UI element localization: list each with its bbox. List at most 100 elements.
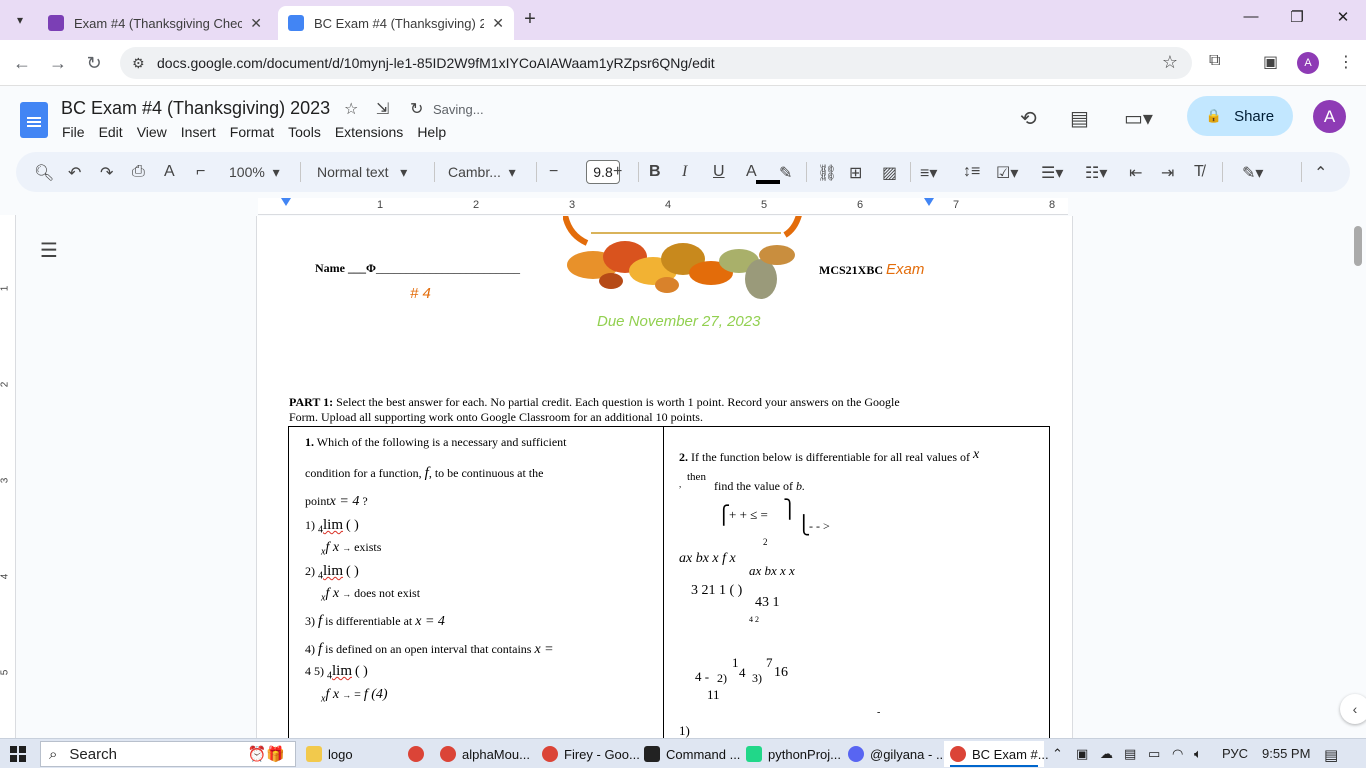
minimize-window-button[interactable]: — [1236,8,1266,32]
comments-icon[interactable]: ▤ [1070,106,1089,131]
menu-format[interactable]: Format [230,124,274,140]
bulleted-list-icon[interactable]: ☰▾ [1041,163,1063,183]
document-outline-icon[interactable]: ☰ [40,238,58,263]
redo-icon[interactable]: ↷ [100,163,113,183]
browser-profile-avatar[interactable]: A [1297,52,1319,74]
clock-time[interactable]: 9:55 PM [1262,746,1310,761]
align-icon[interactable]: ≡▾ [920,163,937,183]
forward-icon[interactable]: → [46,51,70,75]
search-menus-icon[interactable]: 🔍︎ [34,163,54,183]
star-icon[interactable]: ☆ [344,99,358,119]
weather-icon[interactable]: ☁ [1100,746,1113,762]
menu-help[interactable]: Help [417,124,446,140]
taskbar-item-bc-exam[interactable]: BC Exam #... [944,741,1049,767]
paint-format-icon[interactable]: ⌐ [196,163,205,181]
account-avatar[interactable]: A [1313,100,1346,133]
tray-display-icon[interactable]: ▤ [1124,746,1136,762]
ruler-number: 3 [569,199,576,211]
menu-insert[interactable]: Insert [181,124,216,140]
reload-icon[interactable]: ↻ [82,51,106,75]
vertical-scrollbar-thumb[interactable] [1354,226,1362,266]
increase-indent-icon[interactable]: ⇥ [1161,163,1174,183]
close-tab-icon[interactable]: ✕ [250,15,262,32]
left-indent-marker[interactable] [281,198,291,206]
browser-tab-exam-checkpoint[interactable]: Exam #4 (Thanksgiving Checkp ✕ [38,6,272,40]
document-title[interactable]: BC Exam #4 (Thanksgiving) 2023 [61,98,330,119]
print-icon[interactable]: ⎙ [132,163,145,181]
bookmark-star-icon[interactable]: ☆ [1162,52,1178,73]
back-icon[interactable]: ← [10,51,34,75]
menu-extensions[interactable]: Extensions [335,124,403,140]
taskbar-item-pythonproj[interactable]: pythonProj... [740,741,841,767]
restore-window-button[interactable]: ❐ [1282,8,1312,32]
insert-link-icon[interactable]: ⛓ [817,163,837,183]
volume-icon[interactable]: 🔈︎ [1194,746,1202,762]
menu-edit[interactable]: Edit [99,124,123,140]
taskbar-item-firey[interactable]: Firey - Goo... [536,741,640,767]
hide-menus-icon[interactable]: ⌃ [1314,163,1327,183]
clear-formatting-icon[interactable]: T̸ [1194,163,1204,181]
menu-tools[interactable]: Tools [288,124,321,140]
taskbar-item-command[interactable]: Command ... [638,741,740,767]
highlight-color-icon[interactable]: ✎ [779,163,792,183]
site-info-icon[interactable]: ⚙ [132,55,145,72]
tray-overflow-icon[interactable]: ⌃ [1052,746,1063,762]
taskbar-item-alphamou[interactable]: alphaMou... [434,741,534,767]
insert-image-icon[interactable]: ▨ [882,163,897,183]
undo-icon[interactable]: ↶ [68,163,81,183]
checklist-icon[interactable]: ☑▾ [996,163,1018,183]
taskbar-item-chrome[interactable] [402,741,430,767]
taskbar-search-box[interactable]: ⌕ Search ⏰🎁 [40,741,296,767]
font-select[interactable]: Cambr... ▾ [448,164,516,181]
url-text[interactable]: docs.google.com/document/d/10mynj-le1-85… [157,55,715,71]
numbered-list-icon[interactable]: ☷▾ [1085,163,1107,183]
decrease-indent-icon[interactable]: ⇤ [1129,163,1142,183]
right-indent-marker[interactable] [924,198,934,206]
option-number: 4) [305,642,315,656]
document-page[interactable]: Name ___Φ________________________ # 4 MC… [256,216,1073,738]
extensions-icon[interactable]: ⧉ [1209,52,1220,70]
taskbar-item-logo[interactable]: logo [300,741,394,767]
decrease-font-size-icon[interactable]: − [549,163,558,181]
paragraph-style-select[interactable]: Normal text ▾ [317,164,407,181]
browser-menu-icon[interactable]: ⋮ [1338,52,1354,72]
windows-start-icon[interactable] [10,746,26,762]
battery-icon[interactable]: ▭ [1148,746,1160,762]
tab-search-button[interactable]: ▾ [8,8,32,32]
tab-title: Exam #4 (Thanksgiving Checkp [74,15,243,31]
browser-tab-strip: ▾ Exam #4 (Thanksgiving Checkp ✕ BC Exam… [0,0,1366,40]
version-history-icon[interactable]: ⟲ [1020,106,1037,131]
text-color-icon[interactable]: A [746,163,757,181]
taskbar-item-discord[interactable]: @gilyana - ... [842,741,947,767]
close-tab-icon[interactable]: ✕ [492,15,504,32]
close-window-button[interactable]: ✕ [1328,8,1358,32]
editing-mode-icon[interactable]: ✎▾ [1242,163,1263,183]
italic-icon[interactable]: I [682,163,687,181]
browser-tab-bc-exam[interactable]: BC Exam #4 (Thanksgiving) 20 ✕ [278,6,514,40]
spellcheck-icon[interactable]: A [164,163,175,181]
input-language[interactable]: РУС [1222,746,1248,761]
bold-icon[interactable]: B [649,163,661,181]
notifications-icon[interactable]: ▤ [1324,746,1338,764]
underline-icon[interactable]: U [713,163,725,181]
address-bar[interactable]: ⚙ docs.google.com/document/d/10mynj-le1-… [120,47,1192,79]
wifi-icon[interactable]: ◠ [1172,746,1183,762]
line-spacing-icon[interactable]: ↕≡ [963,163,980,181]
new-tab-button[interactable]: + [518,8,542,32]
tail: does not exist [354,586,421,600]
increase-font-size-icon[interactable]: + [613,163,622,181]
menu-file[interactable]: File [62,124,85,140]
share-button[interactable]: 🔒 Share [1187,96,1293,136]
vertical-ruler[interactable]: 1 2 3 4 5 [0,215,16,738]
google-docs-logo-icon[interactable] [20,102,48,138]
option-text: is differentiable at [325,614,413,628]
tray-app-icon[interactable]: ▣ [1076,746,1088,762]
side-panel-icon[interactable]: ▣ [1263,52,1278,72]
menu-view[interactable]: View [137,124,167,140]
meet-camera-icon[interactable]: ▭▾ [1124,106,1153,131]
zoom-select[interactable]: 100% ▾ [229,164,280,181]
add-comment-icon[interactable]: ⊞ [849,163,862,183]
horizontal-ruler[interactable]: 1 2 3 4 5 6 7 8 [258,198,1068,215]
side-panel-expand-icon[interactable]: ‹ [1340,694,1366,724]
move-folder-icon[interactable]: ⇲ [376,99,389,119]
